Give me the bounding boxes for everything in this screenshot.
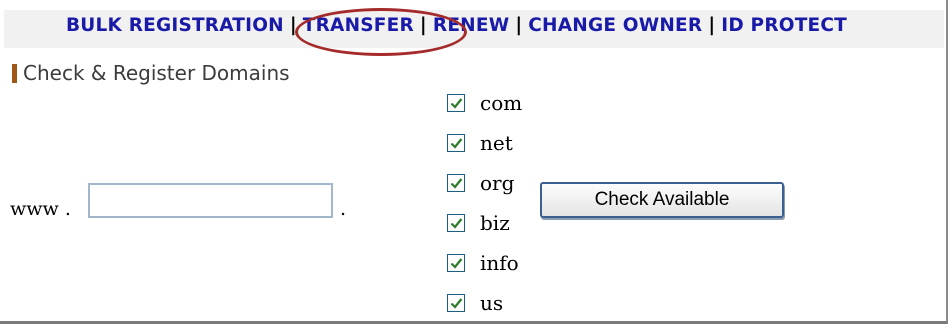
section-title: Check & Register Domains xyxy=(12,61,290,85)
dot-suffix-label: . xyxy=(340,198,347,220)
nav-bulk-registration[interactable]: BULK REGISTRATION xyxy=(66,15,284,36)
tld-item-info[interactable]: info xyxy=(447,251,522,275)
tld-label-biz: biz xyxy=(480,211,510,235)
tld-item-net[interactable]: net xyxy=(447,131,522,155)
tld-label-net: net xyxy=(480,131,513,155)
checkmark-icon xyxy=(450,178,462,189)
checkbox-org[interactable] xyxy=(447,174,465,192)
nav-transfer[interactable]: TRANSFER xyxy=(303,15,414,36)
tld-checkbox-list: com net org biz info us xyxy=(447,91,523,333)
tld-label-org: org xyxy=(480,171,515,195)
nav-id-protect[interactable]: ID PROTECT xyxy=(721,15,847,36)
tld-label-info: info xyxy=(480,251,519,275)
checkmark-icon xyxy=(450,138,462,149)
nav-separator: | xyxy=(419,15,427,36)
checkbox-us[interactable] xyxy=(447,294,465,312)
tld-item-org[interactable]: org xyxy=(447,171,522,195)
checkmark-icon xyxy=(450,218,462,229)
tld-label-us: us xyxy=(480,291,504,315)
checkmark-icon xyxy=(450,298,462,309)
top-nav: BULK REGISTRATION | TRANSFER | RENEW | CHANGE … xyxy=(66,15,847,36)
checkmark-icon xyxy=(450,98,462,109)
tld-label-com: com xyxy=(480,91,523,115)
nav-separator: | xyxy=(708,15,716,36)
checkbox-biz[interactable] xyxy=(447,214,465,232)
tld-item-us[interactable]: us xyxy=(447,291,522,315)
checkbox-info[interactable] xyxy=(447,254,465,272)
nav-renew[interactable]: RENEW xyxy=(433,15,509,36)
tld-item-com[interactable]: com xyxy=(447,91,523,115)
tld-item-biz[interactable]: biz xyxy=(447,211,522,235)
check-available-button[interactable]: Check Available xyxy=(540,182,784,218)
section-title-text: Check & Register Domains xyxy=(23,61,290,85)
title-accent-bar xyxy=(12,63,17,83)
checkbox-net[interactable] xyxy=(447,134,465,152)
checkmark-icon xyxy=(450,258,462,269)
domain-name-input[interactable] xyxy=(88,183,333,218)
nav-change-owner[interactable]: CHANGE OWNER xyxy=(528,15,702,36)
nav-separator: | xyxy=(515,15,523,36)
checkbox-com[interactable] xyxy=(447,94,465,112)
www-prefix-label: www . xyxy=(10,198,71,220)
nav-separator: | xyxy=(289,15,297,36)
